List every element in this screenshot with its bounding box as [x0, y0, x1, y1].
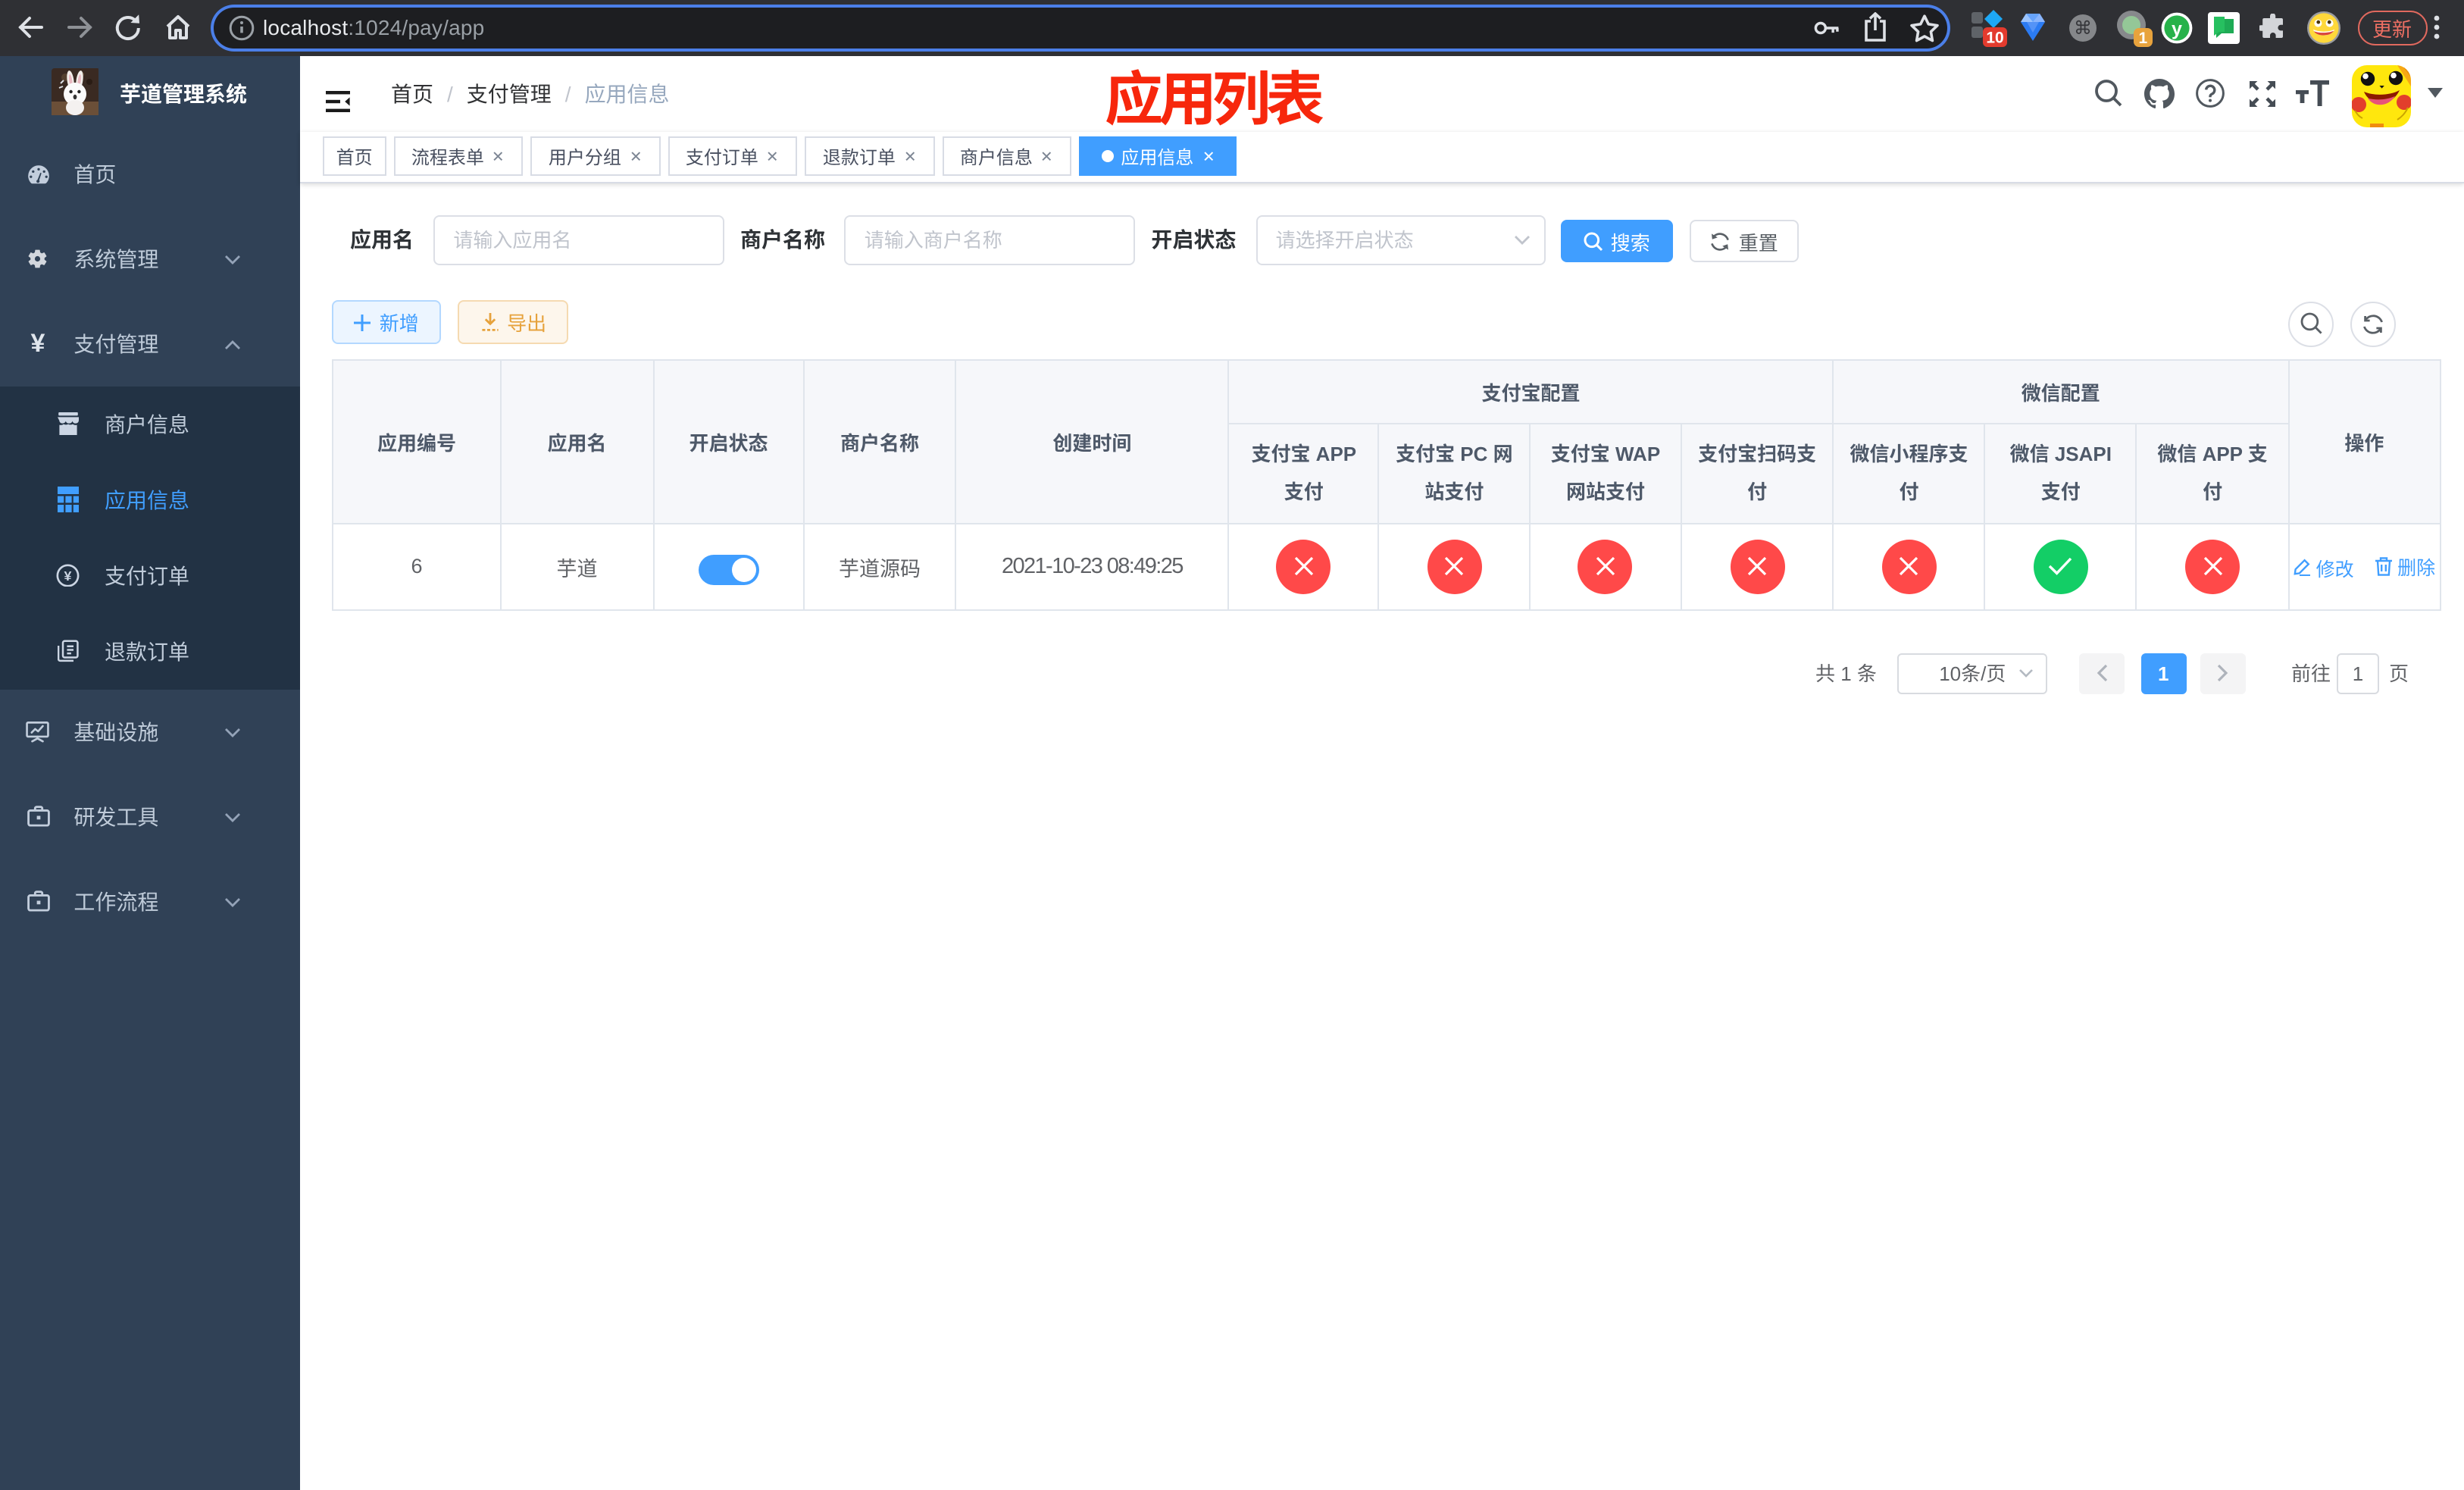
svg-text:¥: ¥ [64, 568, 72, 584]
svg-text:10: 10 [1985, 30, 2003, 47]
svg-text:1: 1 [2138, 29, 2147, 46]
svg-text:y: y [2171, 17, 2181, 39]
svg-text:⌘: ⌘ [2073, 17, 2091, 38]
